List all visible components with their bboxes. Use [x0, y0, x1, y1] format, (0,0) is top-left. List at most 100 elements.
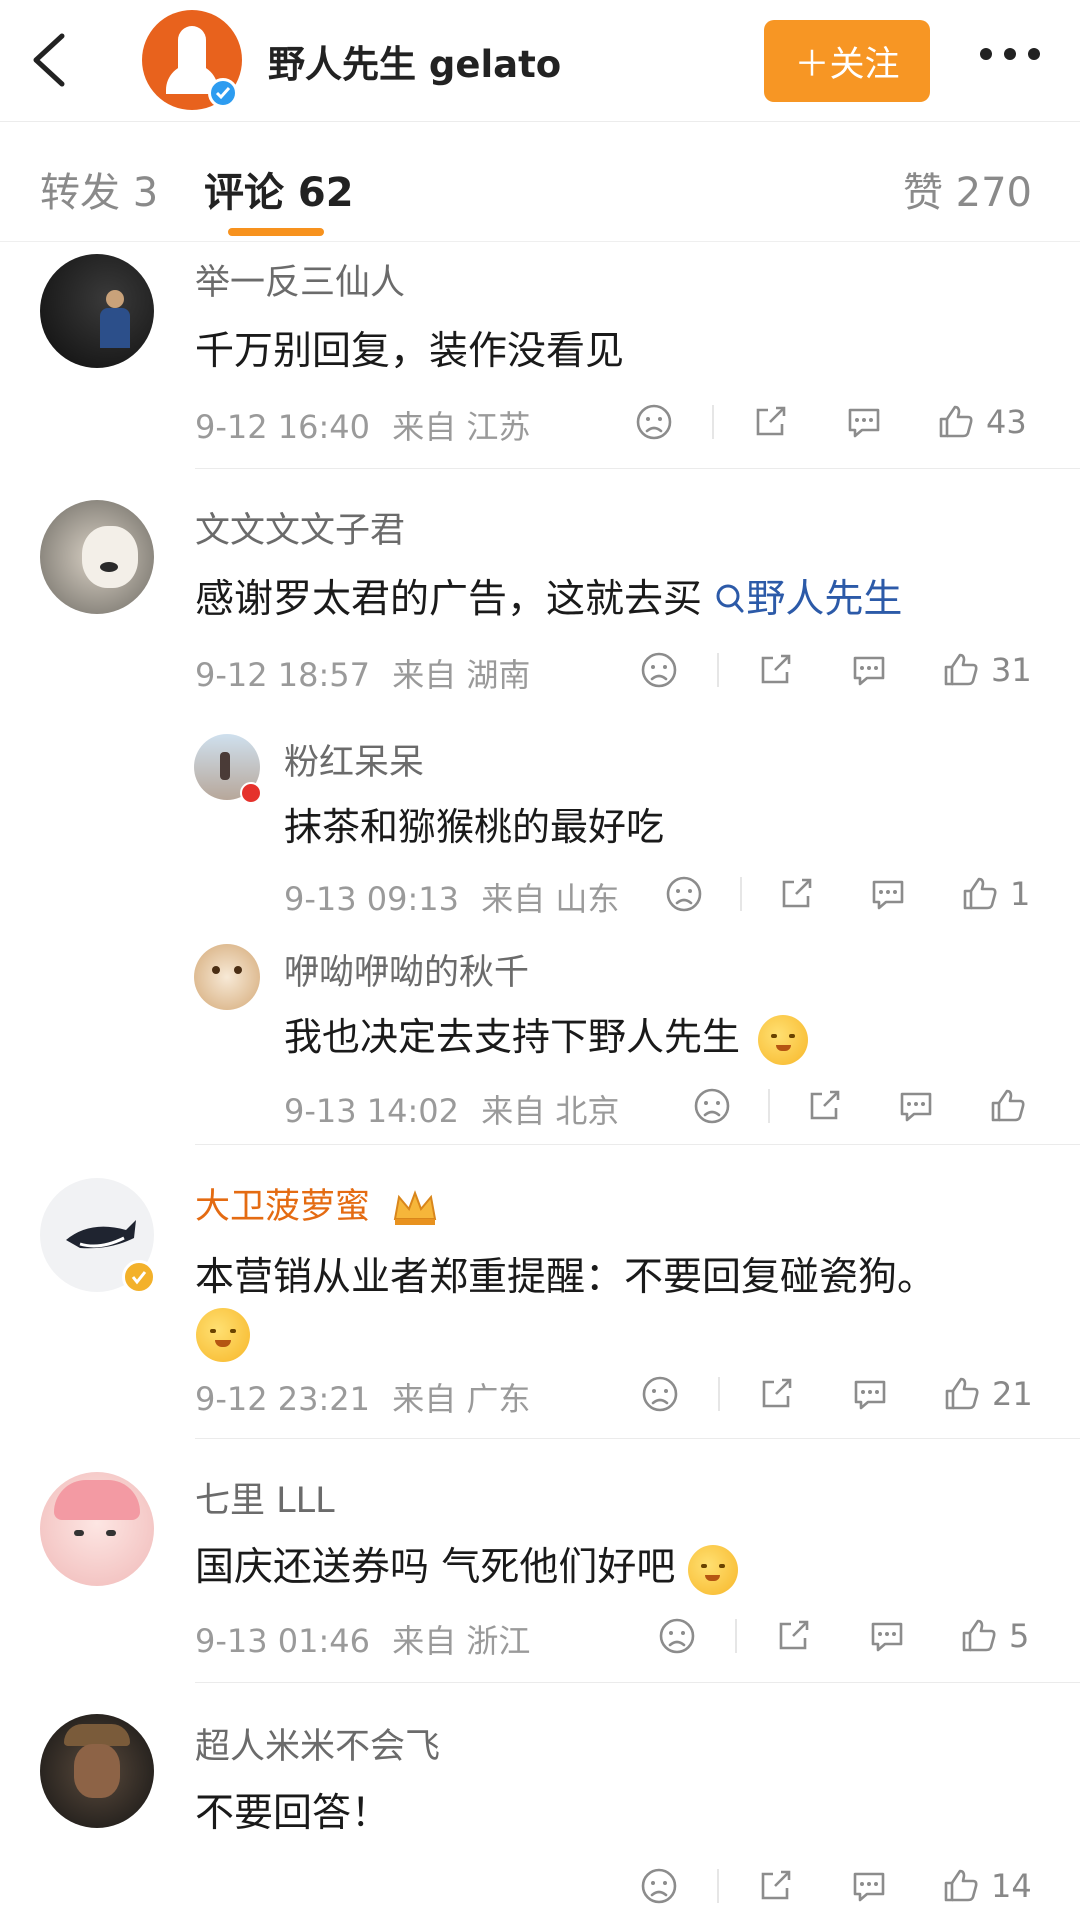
- divider: [768, 1089, 770, 1123]
- reply-time: 9-13 14:02: [284, 1092, 460, 1130]
- user-avatar[interactable]: [40, 254, 154, 368]
- share-icon[interactable]: [755, 1866, 795, 1906]
- tab-likes[interactable]: 赞 270: [903, 160, 1032, 218]
- reply-icon[interactable]: [867, 1616, 907, 1656]
- comment-text: 不要回答！: [195, 1791, 391, 1836]
- user-avatar[interactable]: [40, 500, 154, 614]
- dislike-icon[interactable]: [664, 874, 704, 914]
- verified-badge-icon: [208, 78, 238, 108]
- tab-bar: 转发 3 评论 62 赞 270: [0, 122, 1080, 242]
- divider: [712, 405, 714, 439]
- share-icon[interactable]: [755, 650, 795, 690]
- reply-location: 来自 北京: [481, 1092, 620, 1130]
- username[interactable]: 粉红呆呆: [284, 734, 424, 785]
- reply-icon[interactable]: [896, 1086, 936, 1126]
- like-count: 14: [991, 1867, 1032, 1905]
- reply-icon[interactable]: [849, 650, 889, 690]
- tab-reposts[interactable]: 转发 3: [40, 160, 158, 218]
- dislike-icon[interactable]: [634, 402, 674, 442]
- blushing-emoji-icon: [758, 1014, 809, 1065]
- like-count: 43: [986, 403, 1027, 441]
- reply-text-body: 我也决定去支持下野人先生: [284, 1015, 741, 1059]
- dislike-icon[interactable]: [639, 1866, 679, 1906]
- like-icon[interactable]: [941, 650, 981, 690]
- sly-emoji-icon: [196, 1308, 250, 1362]
- share-icon[interactable]: [804, 1086, 844, 1126]
- dislike-icon[interactable]: [640, 1374, 680, 1414]
- reply-time: 9-13 09:13: [284, 880, 460, 918]
- comment-time: 9-12 16:40: [195, 408, 371, 446]
- comment-meta: 9-12 16:40 来自 江苏: [195, 402, 530, 448]
- username[interactable]: 咿呦咿呦的秋千: [284, 944, 529, 995]
- reply-icon[interactable]: [844, 402, 884, 442]
- dislike-icon[interactable]: [657, 1616, 697, 1656]
- back-arrow-icon[interactable]: [28, 30, 72, 90]
- share-icon[interactable]: [776, 874, 816, 914]
- reply-icon[interactable]: [850, 1374, 890, 1414]
- account-name[interactable]: 野人先生 gelato: [268, 34, 561, 88]
- comment-actions: 14: [639, 1862, 1032, 1910]
- yawning-emoji-icon: [687, 1544, 738, 1595]
- username[interactable]: 举一反三仙人: [195, 254, 405, 305]
- comment-actions: 43: [634, 398, 1027, 446]
- comment-location: 来自 广东: [392, 1380, 531, 1418]
- reply-icon[interactable]: [849, 1866, 889, 1906]
- comment-item: 举一反三仙人 千万别回复，装作没看见 9-12 16:40 来自 江苏 43: [0, 242, 1080, 470]
- comment-item: 七里 LLL 国庆还送券吗 气死他们好吧 9-13 01:46 来自 浙江 5: [0, 1440, 1080, 1684]
- tab-comments[interactable]: 评论 62: [204, 160, 354, 218]
- comment-location: 来自 江苏: [392, 408, 531, 446]
- username-text[interactable]: 大卫菠萝蜜: [195, 1187, 370, 1227]
- comment-time: 9-13 01:46: [195, 1622, 371, 1660]
- comment-item: 大卫菠萝蜜 本营销从业者郑重提醒：不要回复碰瓷狗。 9-12 23:21 来自 …: [0, 1146, 1080, 1440]
- comment-item: 文文文文子君 感谢罗太君的广告，这就去买 野人先生 9-12 18:57 来自 …: [0, 470, 1080, 1146]
- reply-actions: 1: [664, 870, 1030, 918]
- username[interactable]: 七里 LLL: [195, 1472, 335, 1523]
- comment-text: 感谢罗太君的广告，这就去买 野人先生: [195, 568, 902, 624]
- reply-location: 来自 山东: [481, 880, 620, 918]
- user-avatar[interactable]: [40, 1714, 154, 1828]
- more-options-icon[interactable]: [980, 48, 1040, 60]
- like-icon[interactable]: [959, 1616, 999, 1656]
- vip-crown-icon: [391, 1189, 439, 1227]
- separator: [195, 1438, 1080, 1439]
- comment-time: 9-12 18:57: [195, 656, 371, 694]
- topic-link[interactable]: 野人先生: [714, 577, 902, 622]
- comment-actions: 5: [657, 1612, 1029, 1660]
- reply-icon[interactable]: [868, 874, 908, 914]
- share-icon[interactable]: [750, 402, 790, 442]
- share-icon[interactable]: [756, 1374, 796, 1414]
- like-icon[interactable]: [936, 402, 976, 442]
- like-count: 31: [991, 651, 1032, 689]
- comment-text: 国庆还送券吗 气死他们好吧: [195, 1536, 738, 1595]
- like-icon[interactable]: [941, 1866, 981, 1906]
- share-icon[interactable]: [773, 1616, 813, 1656]
- search-icon: [716, 584, 744, 613]
- divider: [735, 1619, 737, 1653]
- verified-badge-icon: [122, 1260, 156, 1294]
- comment-item: 超人米米不会飞 不要回答！ 14: [0, 1684, 1080, 1928]
- comment-time: 9-12 23:21: [195, 1380, 371, 1418]
- like-icon[interactable]: [988, 1086, 1028, 1126]
- like-count: 21: [992, 1375, 1033, 1413]
- username[interactable]: 大卫菠萝蜜: [195, 1178, 439, 1229]
- like-count: 1: [1010, 875, 1031, 913]
- username[interactable]: 文文文文子君: [195, 502, 405, 553]
- dislike-icon[interactable]: [692, 1086, 732, 1126]
- reply-avatar[interactable]: [194, 944, 260, 1010]
- comment-text-body: 感谢罗太君的广告，这就去买: [195, 577, 703, 622]
- comment-meta: 9-13 01:46 来自 浙江: [195, 1616, 530, 1662]
- user-avatar[interactable]: [40, 1472, 154, 1586]
- username[interactable]: 超人米米不会飞: [195, 1718, 440, 1769]
- separator: [195, 1682, 1080, 1683]
- member-badge-icon: [240, 782, 262, 804]
- comment-location: 来自 湖南: [392, 656, 531, 694]
- like-icon[interactable]: [960, 874, 1000, 914]
- like-icon[interactable]: [942, 1374, 982, 1414]
- comment-text-body: 国庆还送券吗 气死他们好吧: [195, 1545, 676, 1590]
- reply-meta: 9-13 14:02 来自 北京: [284, 1086, 619, 1132]
- follow-button[interactable]: ＋关注: [764, 20, 930, 102]
- dislike-icon[interactable]: [639, 650, 679, 690]
- topic-link-text[interactable]: 野人先生: [746, 577, 902, 622]
- divider: [717, 653, 719, 687]
- top-bar: 野人先生 gelato ＋关注: [0, 0, 1080, 122]
